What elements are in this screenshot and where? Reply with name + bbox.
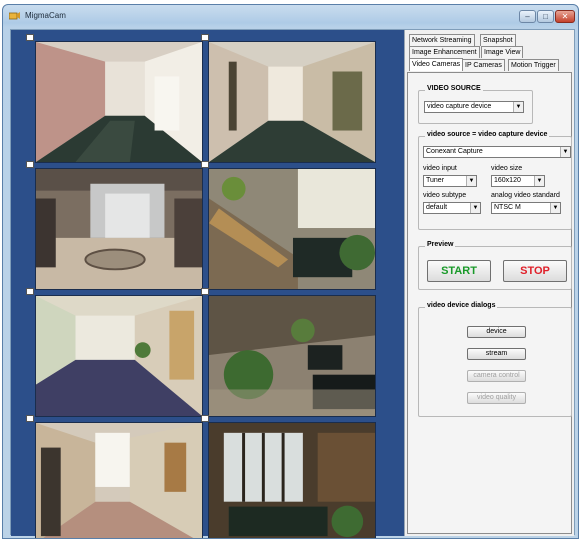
- chevron-down-icon: ▼: [560, 147, 570, 157]
- preview-group: Preview START STOP: [418, 241, 572, 290]
- camera-view-6[interactable]: [208, 295, 376, 417]
- client-area: Network Streaming Snapshot Image Enhance…: [10, 29, 575, 538]
- stairwell-image: [209, 169, 375, 289]
- chevron-down-icon: ▼: [470, 203, 480, 213]
- chevron-down-icon: ▼: [550, 203, 560, 213]
- camera-4-select-checkbox[interactable]: [201, 161, 209, 168]
- close-button[interactable]: ✕: [555, 10, 575, 23]
- camera-view-1[interactable]: [35, 41, 203, 163]
- tab-snapshot[interactable]: Snapshot: [480, 34, 516, 46]
- video-device-dialogs-legend: video device dialogs: [425, 302, 498, 309]
- video-source-group: VIDEO SOURCE video capture device ▼: [418, 85, 533, 124]
- start-button[interactable]: START: [427, 260, 491, 282]
- preview-legend: Preview: [425, 241, 456, 248]
- camera-3-select-checkbox[interactable]: [26, 161, 34, 168]
- device-dialog-button[interactable]: device: [467, 326, 526, 338]
- hallway-image: [36, 42, 202, 162]
- video-source-legend: VIDEO SOURCE: [425, 85, 483, 92]
- entry-hall-image: [36, 423, 202, 538]
- camera-view-7[interactable]: [35, 422, 203, 538]
- video-cameras-panel: VIDEO SOURCE video capture device ▼ vide…: [407, 72, 572, 534]
- lobby-entrance-image: [36, 169, 202, 289]
- video-source-select[interactable]: video capture device ▼: [424, 101, 524, 113]
- stream-dialog-button[interactable]: stream: [467, 348, 526, 360]
- camera-view-2[interactable]: [208, 41, 376, 163]
- camera-6-select-checkbox[interactable]: [201, 288, 209, 295]
- device-select[interactable]: Conexant Capture ▼: [423, 146, 571, 158]
- device-value: Conexant Capture: [426, 148, 483, 155]
- glass-doors-image: [209, 423, 375, 538]
- settings-panel: Network Streaming Snapshot Image Enhance…: [404, 30, 574, 536]
- maximize-button[interactable]: □: [537, 10, 554, 23]
- video-subtype-value: default: [426, 204, 448, 211]
- tab-video-cameras[interactable]: Video Cameras: [409, 58, 464, 71]
- video-size-select[interactable]: 160x120 ▼: [491, 175, 545, 187]
- video-input-select[interactable]: Tuner ▼: [423, 175, 477, 187]
- camera-view-5[interactable]: [35, 295, 203, 417]
- video-input-value: Tuner: [426, 177, 445, 184]
- video-device-dialogs-group: video device dialogs device stream camer…: [418, 302, 572, 417]
- video-device-legend: video source = video capture device: [425, 131, 550, 138]
- chevron-down-icon: ▼: [534, 176, 544, 186]
- tab-ip-cameras[interactable]: IP Cameras: [462, 59, 505, 71]
- app-camera-icon: [9, 12, 20, 20]
- video-subtype-label: video subtype: [423, 192, 467, 199]
- video-quality-button[interactable]: video quality: [467, 392, 526, 404]
- chevron-down-icon: ▼: [513, 102, 523, 112]
- video-device-group: video source = video capture device Cone…: [418, 131, 572, 230]
- camera-control-button[interactable]: camera control: [467, 370, 526, 382]
- title-bar[interactable]: MigmaCam – □ ✕: [3, 5, 578, 27]
- video-size-label: video size: [491, 165, 523, 172]
- analog-standard-label: analog video standard: [491, 192, 560, 199]
- window-title: MigmaCam: [25, 11, 66, 20]
- tab-image-view[interactable]: Image View: [481, 46, 524, 58]
- camera-view-4[interactable]: [208, 168, 376, 290]
- video-subtype-select[interactable]: default ▼: [423, 202, 481, 214]
- atrium-image: [209, 296, 375, 416]
- video-input-label: video input: [423, 165, 457, 172]
- camera-7-select-checkbox[interactable]: [26, 415, 34, 422]
- camera-view-3[interactable]: [35, 168, 203, 290]
- camera-grid: [11, 30, 404, 538]
- analog-standard-value: NTSC M: [494, 204, 521, 211]
- tab-network-streaming[interactable]: Network Streaming: [409, 34, 475, 46]
- camera-5-select-checkbox[interactable]: [26, 288, 34, 295]
- corridor-image: [36, 296, 202, 416]
- hallway-image: [209, 42, 375, 162]
- camera-2-select-checkbox[interactable]: [201, 34, 209, 41]
- camera-view-8[interactable]: [208, 422, 376, 538]
- minimize-button[interactable]: –: [519, 10, 536, 23]
- tab-image-enhancement[interactable]: Image Enhancement: [409, 46, 480, 58]
- analog-standard-select[interactable]: NTSC M ▼: [491, 202, 561, 214]
- video-source-value: video capture device: [427, 103, 492, 110]
- camera-1-select-checkbox[interactable]: [26, 34, 34, 41]
- camera-8-select-checkbox[interactable]: [201, 415, 209, 422]
- chevron-down-icon: ▼: [466, 176, 476, 186]
- video-size-value: 160x120: [494, 177, 521, 184]
- app-window: MigmaCam – □ ✕ Network Streaming Snapsho…: [2, 4, 579, 539]
- tab-motion-trigger[interactable]: Motion Trigger: [508, 59, 559, 71]
- stop-button[interactable]: STOP: [503, 260, 567, 282]
